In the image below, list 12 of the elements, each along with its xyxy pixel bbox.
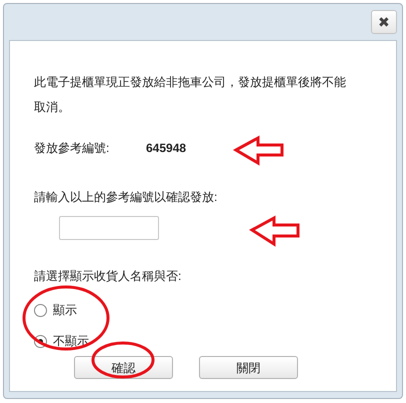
confirm-label: 請輸入以上的參考編號以確認發放: <box>34 189 218 206</box>
close-dialog-button[interactable]: 關閉 <box>199 356 298 379</box>
arrow-annotation <box>249 215 300 247</box>
reference-number: 645948 <box>146 140 186 157</box>
radio-label: 顯示 <box>53 302 77 319</box>
arrow-annotation <box>232 135 284 166</box>
reference-input[interactable] <box>59 216 159 240</box>
close-button[interactable]: ✖ <box>371 10 397 34</box>
warning-message: 此電子提櫃單現正發放給非拖車公司，發放提櫃單後將不能取消。 <box>34 74 347 116</box>
reference-label: 發放參考編號: <box>34 140 110 157</box>
radio-button[interactable] <box>34 304 47 316</box>
consignee-label: 請選擇顯示收貨人名稱與否: <box>34 268 182 285</box>
